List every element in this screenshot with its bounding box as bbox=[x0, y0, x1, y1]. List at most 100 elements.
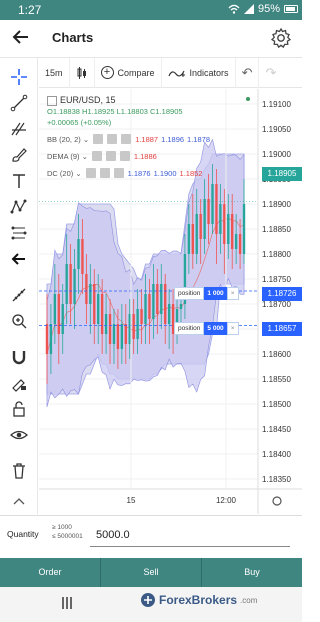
candle-body bbox=[215, 184, 218, 234]
candle-body bbox=[57, 294, 60, 334]
indicator-values: 1.1887 1.1896 1.1878 bbox=[135, 134, 210, 145]
candle-body bbox=[191, 224, 194, 254]
lock-icon[interactable] bbox=[7, 398, 31, 420]
indicator-visibility-icon[interactable] bbox=[91, 151, 102, 161]
prediction-tool-icon[interactable] bbox=[7, 222, 31, 244]
close-position-icon[interactable]: × bbox=[226, 322, 239, 335]
candle-body bbox=[132, 314, 135, 339]
indicator-value: 1.1876 bbox=[127, 168, 151, 178]
position-price-tag: 1.18657 bbox=[262, 322, 302, 336]
indicator-values: 1.1886 bbox=[134, 151, 157, 162]
quantity-row: Quantity ≥ 1000 ≤ 5000001 5000.0 bbox=[0, 515, 302, 557]
candle-body bbox=[112, 324, 116, 344]
candle-body bbox=[108, 314, 112, 344]
status-time: 1:27 bbox=[18, 3, 42, 17]
lock-drawing-icon[interactable] bbox=[7, 372, 31, 394]
chart-type-button[interactable] bbox=[70, 57, 95, 88]
indicator-remove-icon[interactable] bbox=[113, 168, 124, 178]
indicator-visibility-icon[interactable] bbox=[85, 168, 96, 178]
indicators-button[interactable]: Indicators bbox=[162, 57, 236, 88]
trend-line-tool-icon[interactable] bbox=[7, 92, 31, 114]
candle-body bbox=[179, 304, 183, 309]
indicator-settings-icon[interactable] bbox=[107, 134, 118, 144]
chart-settings-icon[interactable] bbox=[272, 496, 282, 506]
chevron-up-icon[interactable] bbox=[7, 490, 31, 512]
candle-body bbox=[144, 294, 147, 324]
back-arrow-icon[interactable] bbox=[10, 27, 32, 49]
system-nav-bar: ForexBrokers .com bbox=[0, 587, 302, 622]
time-axis-label: 15 bbox=[127, 496, 136, 505]
fib-tool-icon[interactable] bbox=[7, 118, 31, 140]
trade-actions: Order Sell Buy bbox=[0, 558, 302, 587]
time-axis-label: 12:00 bbox=[216, 496, 237, 505]
position-tag-2[interactable]: position 5 000 × bbox=[174, 322, 239, 335]
candle-body bbox=[93, 284, 96, 324]
candles-icon bbox=[77, 66, 86, 79]
indicator-row[interactable]: DC (20) ⌄ 1.1876 1.1900 1.1852 bbox=[47, 167, 210, 179]
recents-icon[interactable] bbox=[62, 597, 74, 609]
signal-icon bbox=[243, 4, 254, 14]
indicator-settings-icon[interactable] bbox=[105, 151, 116, 161]
trash-icon[interactable] bbox=[7, 460, 31, 482]
ruler-tool-icon[interactable] bbox=[7, 284, 31, 306]
redo-icon: ↷ bbox=[265, 64, 277, 80]
indicator-visibility-icon[interactable] bbox=[93, 134, 104, 144]
price-axis-label: 1.18500 bbox=[262, 400, 291, 409]
price-axis-label: 1.18750 bbox=[262, 275, 291, 284]
candle-body bbox=[120, 324, 124, 349]
close-position-icon[interactable]: × bbox=[226, 287, 239, 300]
interval-selector[interactable]: 15m bbox=[39, 57, 70, 88]
buy-button[interactable]: Buy bbox=[202, 558, 302, 587]
collapse-arrow-icon[interactable] bbox=[7, 248, 31, 270]
redo-button[interactable]: ↷ bbox=[259, 58, 282, 88]
candle-body bbox=[81, 239, 84, 274]
indicator-row[interactable]: BB (20, 2) ⌄ 1.1887 1.1896 1.1878 bbox=[47, 133, 210, 145]
candle-body bbox=[116, 324, 120, 349]
battery-icon bbox=[284, 5, 298, 13]
price-axis-label: 1.19000 bbox=[262, 150, 291, 159]
candle-body bbox=[219, 204, 222, 234]
position-price-tag: 1.18726 bbox=[262, 287, 302, 301]
zoom-tool-icon[interactable] bbox=[7, 310, 31, 332]
price-axis-label: 1.18850 bbox=[262, 225, 291, 234]
bollinger-band bbox=[46, 138, 245, 408]
indicator-value: 1.1896 bbox=[161, 134, 185, 144]
indicator-remove-icon[interactable] bbox=[119, 151, 130, 161]
eye-icon[interactable] bbox=[7, 424, 31, 446]
candle-body bbox=[77, 239, 80, 269]
price-axis-label: 1.18900 bbox=[262, 200, 291, 209]
sell-button[interactable]: Sell bbox=[101, 558, 202, 587]
indicator-remove-icon[interactable] bbox=[121, 134, 132, 144]
candle-body bbox=[85, 274, 88, 304]
magnet-icon[interactable] bbox=[7, 346, 31, 368]
crosshair-tool-icon[interactable] bbox=[7, 66, 31, 88]
position-tag-1[interactable]: position 1 000 × bbox=[174, 287, 239, 300]
candle-body bbox=[199, 214, 202, 239]
indicator-settings-icon[interactable] bbox=[99, 168, 110, 178]
watermark: ForexBrokers .com bbox=[140, 592, 257, 608]
brush-tool-icon[interactable] bbox=[7, 144, 31, 166]
candle-body bbox=[167, 304, 171, 324]
candle-body bbox=[45, 324, 49, 354]
pattern-tool-icon[interactable] bbox=[7, 196, 31, 218]
compare-button[interactable]: + Compare bbox=[95, 57, 162, 88]
gear-icon[interactable] bbox=[270, 27, 292, 49]
legend-collapse-icon[interactable] bbox=[47, 95, 57, 106]
price-axis-label: 1.18800 bbox=[262, 250, 291, 259]
quantity-input[interactable]: 5000.0 bbox=[90, 523, 290, 547]
price-axis-label: 1.18600 bbox=[262, 350, 291, 359]
candle-body bbox=[231, 214, 234, 249]
page-title: Charts bbox=[52, 30, 94, 45]
order-button[interactable]: Order bbox=[0, 558, 101, 587]
quantity-limits: ≥ 1000 ≤ 5000001 bbox=[52, 524, 83, 540]
text-tool-icon[interactable] bbox=[7, 170, 31, 192]
price-axis-label: 1.18700 bbox=[262, 300, 291, 309]
candle-body bbox=[203, 199, 206, 239]
last-price-tag: 1.18905 bbox=[262, 167, 302, 181]
candle-body bbox=[242, 204, 246, 254]
price-chart[interactable]: 1.191001.190501.190001.189501.189001.188… bbox=[39, 89, 302, 514]
position-qty: 5 000 bbox=[204, 322, 227, 335]
undo-button[interactable]: ↶ bbox=[236, 57, 260, 88]
position-qty: 1 000 bbox=[204, 287, 227, 300]
indicator-row[interactable]: DEMA (9) ⌄ 1.1886 bbox=[47, 150, 210, 162]
